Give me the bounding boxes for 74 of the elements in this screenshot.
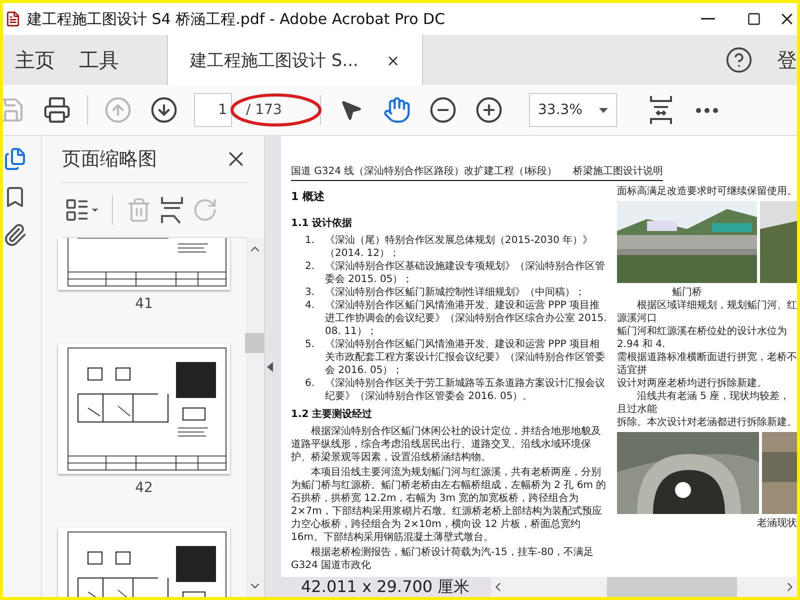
scroll-thumb[interactable] bbox=[607, 577, 737, 597]
text-line: 鲘门河和红源溪在桥位处的设计水位为 2.94 和 4. bbox=[617, 325, 788, 351]
panel-title: 页面缩略图 bbox=[62, 147, 157, 172]
page-thumbnail[interactable] bbox=[58, 528, 230, 597]
zoom-in-icon bbox=[475, 96, 503, 124]
list-number: 4. bbox=[305, 299, 316, 313]
photo-caption: 鲘门桥 bbox=[671, 286, 703, 299]
page-number: 41 bbox=[135, 296, 153, 312]
print-icon bbox=[43, 96, 71, 124]
attachments-button[interactable] bbox=[3, 222, 27, 248]
section-heading: 1 概述 bbox=[291, 189, 326, 204]
tab-close-button[interactable]: × bbox=[386, 50, 400, 70]
more-icon bbox=[696, 108, 718, 112]
save-icon bbox=[3, 96, 25, 124]
page-count: / 173 bbox=[245, 102, 283, 118]
scroll-thumb[interactable] bbox=[245, 332, 264, 352]
pdf-file-icon bbox=[5, 11, 21, 27]
help-icon[interactable] bbox=[725, 46, 753, 74]
zoom-dropdown[interactable]: 33.3% bbox=[529, 93, 617, 127]
page-number-field[interactable]: 1 bbox=[194, 93, 232, 127]
subsection-heading: 1.2 主要测设经过 bbox=[291, 407, 374, 421]
maximize-icon bbox=[747, 12, 761, 26]
nav-tab[interactable]: 主页 bbox=[3, 35, 67, 85]
pointer-icon bbox=[339, 98, 363, 122]
reference-text: 《深汕（尾）特别合作区发展总体规划（2015-2030 年）》（2014. 12）； bbox=[325, 234, 594, 260]
list-number: 2. bbox=[305, 260, 316, 274]
list-number: 6. bbox=[305, 377, 316, 391]
page-header-text: 桥梁施工图设计说明 bbox=[573, 164, 663, 178]
list-number: 1. bbox=[305, 234, 316, 248]
hand-icon bbox=[383, 96, 411, 124]
pages-icon bbox=[3, 147, 27, 171]
reference-text: 《深汕特别合作区鲘门风情渔港开发、建设和运营 PPP 项目推进工作协调会的会议纪要》（深汕特别合作区综合办公室 2015. 08. 11）； bbox=[325, 299, 608, 338]
insert-page-icon[interactable] bbox=[161, 196, 183, 224]
collapse-panel-icon[interactable] bbox=[267, 362, 273, 372]
paragraph: 根据老桥检测报告，鲘门桥设计荷载为汽-15，挂车-80，不满足 G324 国道市政化 bbox=[291, 546, 595, 572]
page-number: 42 bbox=[135, 480, 153, 496]
text-line: 沿线共有老涵 5 座，现状均较差，且过水能 bbox=[617, 390, 791, 416]
photo-caption: 老涵现状 bbox=[756, 517, 797, 530]
rotate-icon bbox=[192, 197, 218, 223]
fit-page-icon bbox=[648, 95, 674, 125]
text-line: 面标高满足改造要求时可继续保留使用。 bbox=[617, 185, 797, 198]
window-title: 建工程施工图设计 S4 桥涵工程.pdf - Adobe Acrobat Pro DC bbox=[27, 10, 446, 28]
text-line: 拆除。本次设计对老涵都进行拆除新建。 bbox=[617, 416, 797, 429]
next-page-icon bbox=[150, 96, 178, 124]
reference-text: 《深汕特别合作区鲘门新城控制性详细规划》（中间稿）； bbox=[325, 286, 585, 299]
page-size: 42.011 x 29.700 厘米 bbox=[301, 576, 471, 597]
previous-page-icon bbox=[104, 96, 132, 124]
reference-text: 《深汕特别合作区鲘门风情渔港开发、建设和运营 PPP 项目相关市政配套工程方案设计汇报会议纪要》（深汕特别合作区管委会 2016. 05）； bbox=[325, 338, 606, 377]
trash-icon bbox=[126, 197, 152, 223]
page-thumbnail[interactable] bbox=[58, 238, 230, 290]
page-thumbnail[interactable] bbox=[58, 344, 230, 474]
reference-text: 《深汕特别合作区基础设施建设专项规划》（深汕特别合作区管委会 2015. 05）； bbox=[325, 260, 606, 286]
reference-text: 《深汕特别合作区关于劳工新城路等五条道路方案设计汇报会议纪要》（深汕特别合作区管委会 2016. 05）。 bbox=[325, 377, 606, 403]
list-number: 5. bbox=[305, 338, 316, 352]
sign-in-link[interactable]: 登 bbox=[777, 46, 797, 74]
page-header-text: 国道 G324 线（深汕特别合作区路段）改扩建工程（Ⅰ标段） bbox=[291, 164, 558, 178]
paragraph: 本项目沿线主要河流为规划鲘门河与红源溪，共有老桥两座，分别为鲘门桥与红源桥。鲘门桥老桥由左右幅桥组成，左幅桥为 2 孔 6m 的石拱桥，拱桥宽 12.2m，右幅为 3m 宽的加宽板桥，跨径组合为 2×7m，下部结构采用浆砌片石墩。红源桥老桥上部结构为装配式预应力空心板桥，跨径组合为 2×10m，横向设 12 片板，桥面总宽约 16m。下部结构采用钢筋混凝土薄壁式墩台。 bbox=[291, 466, 608, 544]
zoom-out-icon bbox=[429, 96, 457, 124]
paragraph: 根据深汕特别合作区鲘门休闲公社的设计定位，并结合地形地貌及道路平纵线形，综合考虑沿线居民出行、道路交叉、沿线水域环境保护、桥梁景观等因素，设置沿线桥涵结构物。 bbox=[291, 425, 602, 464]
text-line: 根据区域详细规划，规划鲘门河、红源溪河口 bbox=[617, 299, 797, 325]
text-line: 需根据道路标准横断面进行拼宽，老桥不适宜拼 bbox=[617, 351, 797, 377]
minimize-icon bbox=[701, 18, 715, 20]
document-tab[interactable]: 建工程施工图设计 S... × bbox=[167, 35, 423, 85]
nav-tab[interactable]: 工具 bbox=[67, 35, 131, 85]
subsection-heading: 1.1 设计依据 bbox=[291, 216, 354, 230]
paperclip-icon bbox=[3, 223, 27, 247]
tab-title: 建工程施工图设计 S... bbox=[190, 50, 358, 72]
scrollbar[interactable] bbox=[491, 577, 797, 597]
scrollbar[interactable] bbox=[246, 238, 264, 597]
list-number: 3. bbox=[305, 286, 316, 299]
text-line: 设计对两座老桥均进行拆除新建。 bbox=[617, 377, 768, 390]
list-options-icon bbox=[64, 197, 90, 223]
caret-icon bbox=[599, 108, 608, 112]
pages-button[interactable] bbox=[3, 146, 27, 172]
